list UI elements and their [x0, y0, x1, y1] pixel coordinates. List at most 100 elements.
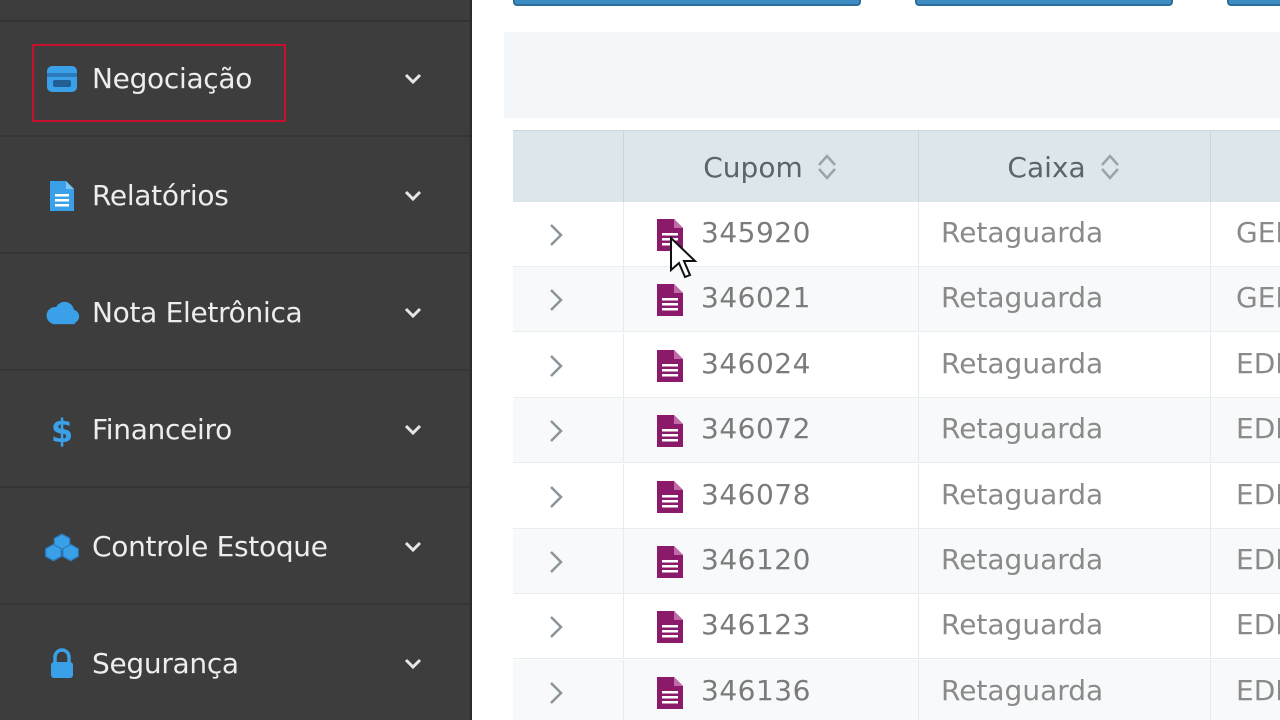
cell-separator	[1210, 398, 1211, 464]
sidebar-item-financeiro[interactable]: $ Financeiro	[0, 373, 470, 488]
sort-icon[interactable]	[815, 152, 839, 182]
document-icon[interactable]	[655, 610, 685, 644]
cell-separator	[918, 398, 919, 464]
cell-separator	[623, 267, 624, 333]
caixa-value: Retaguarda	[941, 412, 1104, 446]
chevron-right-icon[interactable]	[545, 614, 567, 640]
column-separator	[1210, 131, 1211, 203]
caixa-value: Retaguarda	[941, 477, 1104, 511]
sidebar-item-label: Controle Estoque	[92, 530, 328, 563]
document-icon[interactable]	[655, 349, 685, 383]
toolbar-button[interactable]	[513, 0, 861, 6]
chevron-right-icon[interactable]	[545, 287, 567, 313]
chevron-right-icon[interactable]	[545, 549, 567, 575]
table-row[interactable]: 345920 Retaguarda GEI	[513, 202, 1280, 267]
cupom-value: 346120	[701, 543, 811, 576]
sort-icon[interactable]	[1098, 152, 1122, 182]
cell-separator	[623, 659, 624, 720]
table-row[interactable]: 346123 Retaguarda EDI	[513, 594, 1280, 660]
cell-separator	[623, 594, 624, 660]
document-icon[interactable]	[655, 676, 685, 710]
table-row[interactable]: 346024 Retaguarda EDI	[513, 332, 1280, 398]
main-content: Cupom Caixa 345920 Retaguarda GEI 346021 Ret…	[472, 0, 1280, 720]
chevron-right-icon[interactable]	[545, 680, 567, 706]
caixa-value: Retaguarda	[941, 608, 1104, 642]
cell-separator	[623, 332, 624, 398]
sidebar-item-label: Nota Eletrônica	[92, 296, 303, 329]
cell-separator	[918, 332, 919, 398]
chevron-down-icon	[404, 658, 422, 669]
sidebar-item-relatorios[interactable]: Relatórios	[0, 139, 470, 254]
table-row[interactable]: 346072 Retaguarda EDI	[513, 398, 1280, 464]
document-icon[interactable]	[655, 480, 685, 514]
table-row[interactable]: 346078 Retaguarda EDI	[513, 463, 1280, 529]
table-row[interactable]: 346136 Retaguarda EDI	[513, 659, 1280, 720]
column-header-caixa[interactable]: Caixa	[919, 131, 1210, 203]
cell-separator	[623, 202, 624, 267]
column-header-label: Caixa	[1007, 150, 1086, 184]
lock-icon	[44, 646, 80, 682]
cell-value: GEI	[1236, 216, 1280, 249]
chevron-down-icon	[404, 73, 422, 84]
sidebar-item-seguranca[interactable]: Segurança	[0, 607, 470, 720]
document-icon[interactable]	[655, 283, 685, 317]
svg-text:$: $	[51, 412, 73, 448]
cupom-value: 346136	[701, 673, 811, 707]
cupom-value: 345920	[701, 216, 811, 249]
cell-separator	[918, 267, 919, 333]
cell-value: EDI	[1236, 608, 1280, 642]
cell-value: EDI	[1236, 477, 1280, 511]
chevron-right-icon[interactable]	[545, 353, 567, 379]
table-row[interactable]: 346021 Retaguarda GEI	[513, 267, 1280, 333]
caixa-value: Retaguarda	[941, 543, 1104, 576]
column-header-cupom[interactable]: Cupom	[624, 131, 918, 203]
highlight-box	[32, 44, 286, 122]
cupom-value: 346021	[701, 281, 811, 315]
sidebar-item-label: Segurança	[92, 647, 239, 680]
caixa-value: Retaguarda	[941, 346, 1104, 380]
cupom-value: 346072	[701, 412, 811, 446]
chevron-right-icon[interactable]	[545, 418, 567, 444]
cell-separator	[623, 463, 624, 529]
document-icon[interactable]	[655, 414, 685, 448]
cupom-value: 346078	[701, 477, 811, 511]
cell-separator	[918, 594, 919, 660]
sidebar-item-nota-eletronica[interactable]: Nota Eletrônica	[0, 256, 470, 371]
cell-separator	[623, 398, 624, 464]
sidebar: Negociação Relatórios Nota Eletrônica $ …	[0, 0, 472, 720]
mouse-cursor-icon	[670, 236, 698, 279]
filter-panel	[504, 32, 1280, 118]
caixa-value: Retaguarda	[941, 216, 1104, 249]
cell-value: EDI	[1236, 346, 1280, 380]
chevron-right-icon[interactable]	[545, 484, 567, 510]
cupom-value: 346123	[701, 608, 811, 642]
toolbar-button[interactable]	[915, 0, 1173, 6]
chevron-right-icon[interactable]	[545, 222, 567, 248]
cell-separator	[1210, 202, 1211, 267]
sidebar-item-label: Relatórios	[92, 179, 229, 212]
cell-value: EDI	[1236, 412, 1280, 446]
cell-separator	[1210, 659, 1211, 720]
cloud-icon	[44, 295, 80, 331]
cell-separator	[1210, 529, 1211, 594]
toolbar-button[interactable]	[1227, 0, 1280, 6]
chevron-down-icon	[404, 541, 422, 552]
caixa-value: Retaguarda	[941, 281, 1104, 315]
table-header: Cupom Caixa	[513, 130, 1280, 203]
cell-separator	[1210, 267, 1211, 333]
document-icon[interactable]	[655, 545, 685, 579]
sidebar-item-label: Financeiro	[92, 413, 232, 446]
sidebar-item-controle-estoque[interactable]: Controle Estoque	[0, 490, 470, 605]
chevron-down-icon	[404, 190, 422, 201]
cell-separator	[918, 202, 919, 267]
document-icon	[44, 178, 80, 214]
table-row[interactable]: 346120 Retaguarda EDI	[513, 529, 1280, 594]
cell-separator	[623, 529, 624, 594]
dollar-icon: $	[44, 412, 80, 448]
cupom-value: 346024	[701, 346, 811, 380]
cell-separator	[918, 659, 919, 720]
cell-value: GEI	[1236, 281, 1280, 315]
cubes-icon	[44, 529, 80, 565]
cell-separator	[1210, 463, 1211, 529]
column-header-label: Cupom	[703, 150, 803, 184]
